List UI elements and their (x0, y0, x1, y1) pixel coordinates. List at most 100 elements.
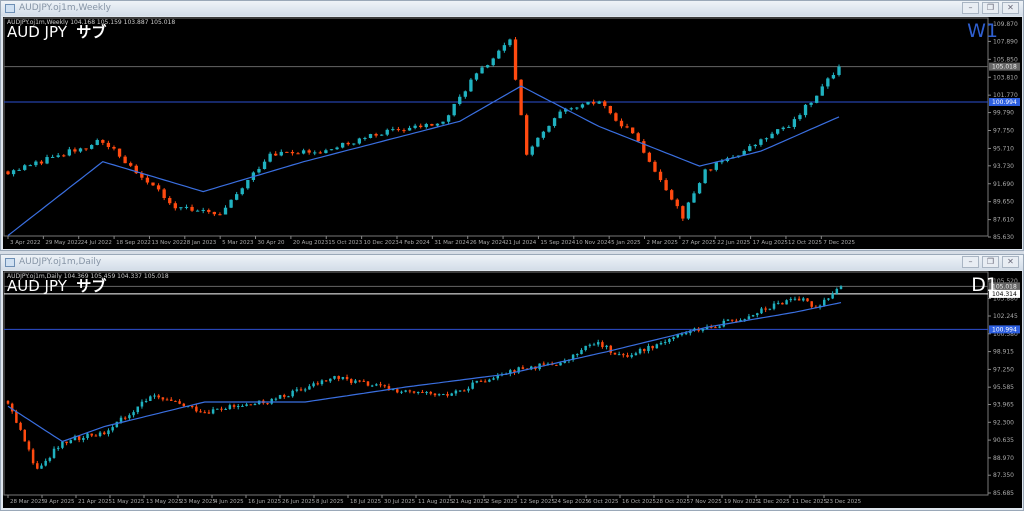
bearish-candle (609, 345, 613, 353)
date-axis-label: 9 Apr 2025 (44, 499, 75, 505)
bearish-candle (90, 433, 93, 436)
bearish-candle (94, 435, 98, 437)
bullish-candle (329, 149, 334, 151)
bullish-candle (287, 396, 290, 398)
bearish-candle (84, 148, 88, 150)
bullish-candle (787, 126, 791, 128)
daily-chart[interactable]: 105.520 103.880 102.245 100.580 98.915 97.250… (3, 271, 1022, 508)
bearish-candle (730, 319, 734, 321)
bullish-candle (718, 326, 721, 328)
bearish-candle (299, 389, 303, 391)
bullish-candle (485, 65, 490, 68)
date-axis-label: 1 Dec 2025 (758, 499, 790, 505)
restore-button[interactable]: ❐ (982, 256, 999, 268)
title-bar[interactable]: AUDJPY.oj1m,Weekly – ❐ ✕ (1, 1, 1023, 16)
bearish-candle (178, 401, 181, 404)
bearish-candle (212, 211, 217, 215)
bearish-candle (446, 394, 449, 396)
bearish-candle (73, 149, 77, 152)
bullish-candle (474, 73, 479, 80)
bearish-candle (626, 355, 629, 357)
bearish-candle (266, 403, 269, 405)
title-bar[interactable]: AUDJPY.oj1m,Daily – ❐ ✕ (1, 255, 1023, 270)
bullish-candle (760, 308, 763, 314)
bearish-candle (513, 39, 518, 80)
bearish-candle (207, 209, 211, 212)
bearish-candle (622, 354, 625, 356)
date-axis-label: 13 Nov 2022 (151, 240, 186, 246)
bearish-candle (670, 190, 674, 200)
bullish-candle (391, 129, 395, 131)
weekly-chart[interactable]: 109.870 107.890 105.850 103.810 101.770 99.79… (3, 17, 1022, 249)
bullish-candle (592, 344, 596, 346)
bullish-candle (179, 207, 183, 209)
date-axis-label: 30 Jul 2025 (384, 499, 416, 505)
bullish-candle (597, 101, 601, 104)
bullish-candle (558, 111, 562, 119)
bullish-candle (357, 138, 362, 144)
bullish-candle (363, 137, 367, 139)
bullish-candle (144, 401, 148, 403)
bullish-candle (228, 405, 232, 410)
bullish-candle (596, 342, 600, 345)
bearish-candle (781, 302, 784, 305)
daily-chart-window: AUDJPY.oj1m,Daily – ❐ ✕ 105.520 103.880 102.… (0, 254, 1024, 511)
bearish-candle (521, 367, 525, 369)
price-axis-label: 95.710 (993, 145, 1014, 152)
bullish-candle (575, 107, 579, 109)
bullish-candle (491, 58, 495, 66)
bearish-candle (62, 155, 66, 157)
bullish-candle (815, 95, 819, 103)
bullish-candle (684, 333, 688, 335)
price-axis-label: 88.970 (993, 455, 1014, 462)
bullish-candle (257, 169, 261, 173)
price-axis-label: 87.350 (993, 472, 1014, 479)
bullish-candle (798, 115, 802, 120)
minimize-button[interactable]: – (962, 2, 979, 14)
bullish-candle (253, 404, 257, 406)
close-button[interactable]: ✕ (1002, 2, 1019, 14)
date-axis-label: 11 Aug 2025 (418, 499, 454, 505)
restore-button[interactable]: ❐ (982, 2, 999, 14)
bearish-candle (285, 151, 289, 153)
date-axis-label: 31 Mar 2024 (434, 240, 469, 246)
date-axis-label: 22 Jun 2025 (717, 240, 751, 246)
bullish-candle (770, 133, 774, 139)
bearish-candle (151, 182, 155, 186)
bearish-candle (608, 105, 612, 114)
bearish-candle (383, 385, 386, 387)
bullish-candle (245, 404, 248, 406)
moving-average-line (7, 85, 840, 236)
bullish-candle (480, 67, 484, 74)
bullish-candle (835, 288, 839, 294)
date-axis-label: 30 Apr 20 (258, 240, 286, 246)
bullish-candle (17, 169, 21, 171)
bearish-candle (430, 124, 434, 126)
bullish-candle (776, 302, 780, 304)
bearish-candle (709, 169, 713, 171)
bearish-candle (806, 298, 809, 302)
bullish-candle (67, 149, 72, 156)
date-axis-label: 15 Oct 2023 (328, 240, 363, 246)
bullish-candle (115, 421, 119, 428)
bullish-candle (82, 438, 85, 440)
bullish-candle (541, 131, 546, 138)
bearish-candle (797, 298, 801, 301)
bullish-candle (435, 123, 440, 126)
symbol-name: AUD JPY (7, 23, 67, 41)
bullish-candle (61, 441, 64, 448)
daily-chart-canvas[interactable]: 105.520103.880102.245100.58098.91597.250… (3, 271, 1022, 508)
minimize-button[interactable]: – (962, 256, 979, 268)
bullish-candle (184, 206, 189, 208)
weekly-chart-canvas[interactable]: 109.870107.890105.850103.810101.77099.79… (3, 17, 1022, 249)
close-button[interactable]: ✕ (1002, 256, 1019, 268)
bearish-candle (337, 376, 340, 379)
date-axis-label: 20 Aug 2023 (293, 240, 329, 246)
bearish-candle (412, 391, 416, 393)
bullish-candle (668, 339, 671, 342)
bullish-candle (792, 119, 797, 127)
bullish-candle (458, 390, 462, 392)
bullish-candle (536, 137, 540, 147)
bullish-candle (140, 401, 144, 407)
bullish-candle (11, 170, 16, 175)
